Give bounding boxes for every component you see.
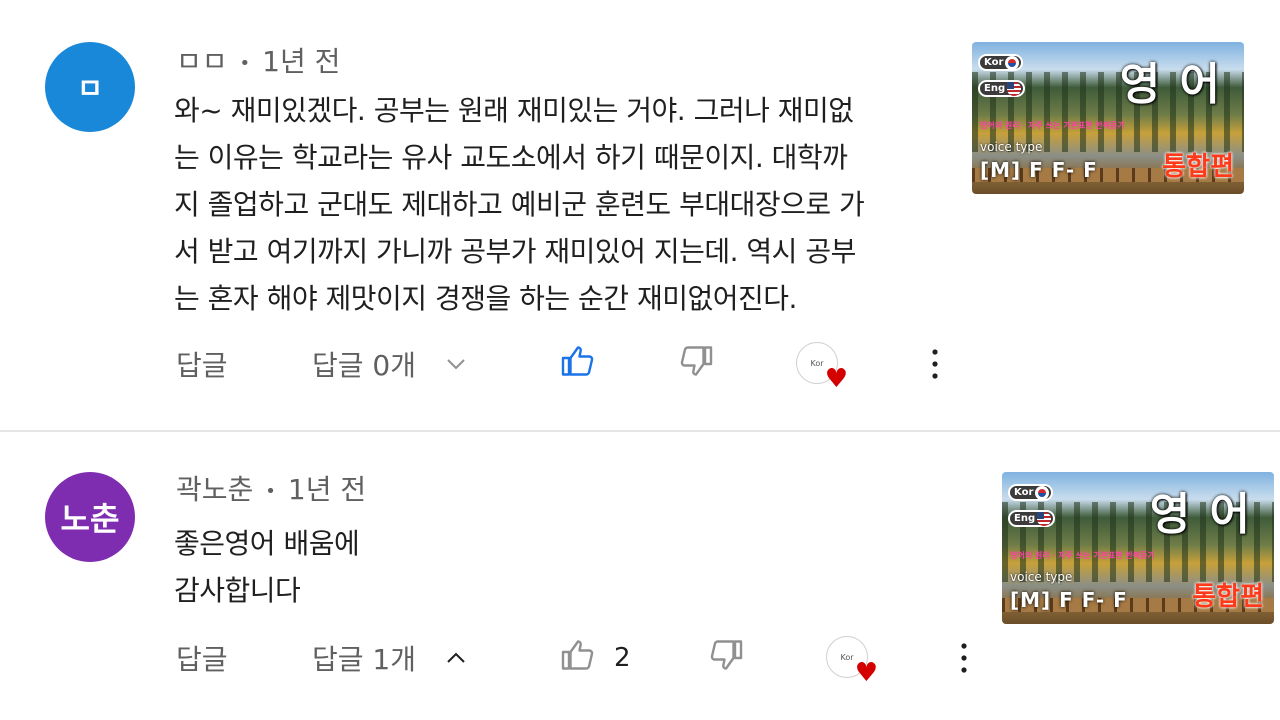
us-flag-icon [1037, 512, 1052, 526]
thumbs-down-icon [678, 343, 714, 386]
comment-timestamp[interactable]: 1년 전 [262, 45, 340, 78]
voice-type-value: [M] F F- F [980, 158, 1098, 182]
voice-type-value: [M] F F- F [1010, 588, 1128, 612]
like-count: 2 [614, 643, 631, 673]
comment-line: 좋은영어 배움에 [174, 527, 360, 560]
dislike-button[interactable] [678, 334, 714, 394]
chevron-up-icon [444, 646, 468, 670]
replies-count-label: 답글 1개 [312, 643, 416, 676]
more-options-button[interactable] [954, 628, 974, 688]
comment-timestamp[interactable]: 1년 전 [288, 473, 366, 506]
dislike-button[interactable] [708, 628, 744, 688]
kor-tag: Kor [978, 54, 1024, 71]
heart-icon: ♥ [854, 658, 878, 688]
comment-meta: ㅁㅁ • 1년 전 [176, 40, 340, 80]
heart-icon: ♥ [824, 364, 848, 394]
more-vert-icon [961, 643, 967, 673]
creator-heart-icon: Kor ♥ [824, 634, 878, 686]
comment-line: 지 졸업하고 군대도 제대하고 예비군 훈련도 부대대장으로 가 [174, 188, 865, 221]
chevron-down-icon [444, 352, 468, 376]
author-name[interactable]: ㅁㅁ [176, 45, 228, 78]
kor-tag: Kor [1008, 484, 1054, 501]
video-thumbnail[interactable]: Kor Eng 영 어 영어의 원리 · 자주 쓰는 기본표현 반복듣기 voi… [1002, 472, 1274, 624]
comment-line: 는 이유는 학교라는 유사 교도소에서 하기 때문이지. 대학까 [174, 141, 848, 174]
eng-tag: Eng [978, 80, 1026, 97]
thumbnail-subtitle: 영어의 원리 · 자주 쓰는 기본표현 반복듣기 [980, 121, 1125, 130]
creator-heart[interactable]: Kor ♥ [794, 334, 848, 394]
comment-line: 감사합니다 [174, 574, 301, 607]
comment-meta: 곽노춘 • 1년 전 [176, 468, 366, 508]
avatar[interactable]: 노춘 [45, 472, 135, 562]
korea-flag-icon [1035, 486, 1050, 500]
thumbnail-subtitle: 영어의 원리 · 자주 쓰는 기본표현 반복듣기 [1010, 551, 1155, 560]
comment-actions: 답글 답글 1개 2 Kor ♥ [0, 628, 1280, 688]
separator-dot: • [239, 52, 251, 74]
comment-thread: 노춘 곽노춘 • 1년 전 좋은영어 배움에 감사합니다 Kor Eng 영 어 영… [0, 430, 1280, 720]
more-options-button[interactable] [925, 334, 945, 394]
voice-type-label: voice type [1010, 570, 1073, 584]
author-name[interactable]: 곽노춘 [176, 473, 253, 506]
reply-button[interactable]: 답글 [176, 334, 228, 394]
reply-button[interactable]: 답글 [176, 628, 228, 688]
comment-line: 와~ 재미있겠다. 공부는 원래 재미있는 거야. 그러나 재미없 [174, 94, 854, 127]
comment-text: 와~ 재미있겠다. 공부는 원래 재미있는 거야. 그러나 재미없 는 이유는 … [174, 87, 974, 322]
like-button[interactable]: 2 [560, 628, 631, 688]
view-replies-button[interactable]: 답글 1개 [312, 628, 468, 688]
comment-line: 서 받고 여기까지 가니까 공부가 재미있어 지는데. 역시 공부 [174, 235, 856, 268]
thumbnail-badge: 통합편 [1162, 152, 1234, 182]
us-flag-icon [1007, 82, 1022, 96]
view-replies-button[interactable]: 답글 0개 [312, 334, 468, 394]
korea-flag-icon [1005, 56, 1020, 70]
thumbs-up-icon [560, 343, 596, 386]
video-thumbnail[interactable]: Kor Eng 영 어 영어의 원리 · 자주 쓰는 기본표현 반복듣기 voi… [972, 42, 1244, 194]
more-vert-icon [932, 349, 938, 379]
thumbnail-title: 영 어 [1149, 489, 1252, 540]
avatar[interactable]: ㅁ [45, 42, 135, 132]
replies-count-label: 답글 0개 [312, 349, 416, 382]
comment-thread: ㅁ ㅁㅁ • 1년 전 와~ 재미있겠다. 공부는 원래 재미있는 거야. 그러나 … [0, 0, 1280, 430]
comment-actions: 답글 답글 0개 Kor ♥ [0, 334, 1280, 394]
thumbnail-title: 영 어 [1119, 59, 1222, 110]
creator-heart[interactable]: Kor ♥ [824, 628, 878, 688]
voice-type-label: voice type [980, 140, 1043, 154]
creator-heart-icon: Kor ♥ [794, 340, 848, 392]
like-button[interactable] [560, 334, 596, 394]
comment-text: 좋은영어 배움에 감사합니다 [174, 520, 674, 614]
thumbnail-badge: 통합편 [1192, 582, 1264, 612]
separator-dot: • [265, 480, 276, 502]
comment-line: 는 혼자 해야 제맛이지 경쟁을 하는 순간 재미없어진다. [174, 282, 797, 315]
thumbs-down-icon [708, 637, 744, 680]
thumbs-up-icon [560, 637, 596, 680]
eng-tag: Eng [1008, 510, 1056, 527]
